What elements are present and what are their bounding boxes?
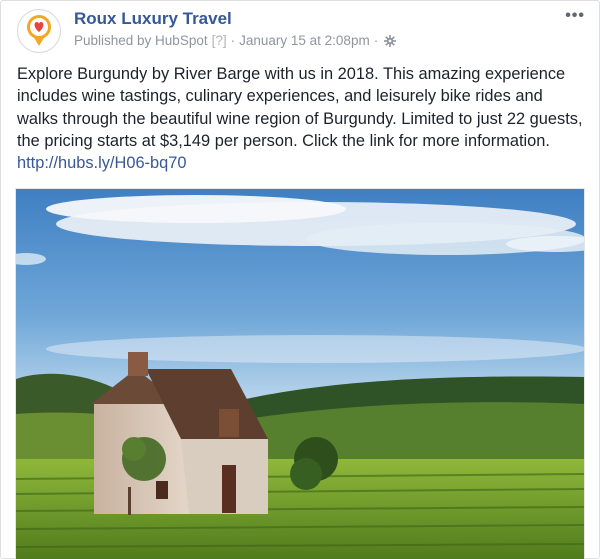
published-by-label[interactable]: Published by HubSpot <box>74 33 208 48</box>
page-name-link[interactable]: Roux Luxury Travel <box>74 9 232 29</box>
post-photo[interactable] <box>15 188 585 559</box>
post-meta: Published by HubSpot [?] · January 15 at… <box>74 33 397 48</box>
post-text: Explore Burgundy by River Barge with us … <box>17 63 587 174</box>
post-timestamp[interactable]: January 15 at 2:08pm <box>239 33 370 48</box>
post-header: Roux Luxury Travel Published by HubSpot … <box>17 7 585 53</box>
post-link[interactable]: http://hubs.ly/H06-bq70 <box>17 154 186 172</box>
more-options-icon[interactable]: ••• <box>565 7 585 25</box>
heart-pin-logo-icon <box>27 15 51 46</box>
page-avatar[interactable] <box>17 9 61 53</box>
meta-separator-2: · <box>373 33 379 48</box>
burgundy-farmhouse-image <box>16 189 584 559</box>
help-marker[interactable]: [?] <box>212 33 227 48</box>
gear-icon[interactable] <box>384 34 397 47</box>
meta-separator: · <box>230 33 236 48</box>
post-message: Explore Burgundy by River Barge with us … <box>17 65 583 150</box>
post-card: Roux Luxury Travel Published by HubSpot … <box>0 0 600 559</box>
